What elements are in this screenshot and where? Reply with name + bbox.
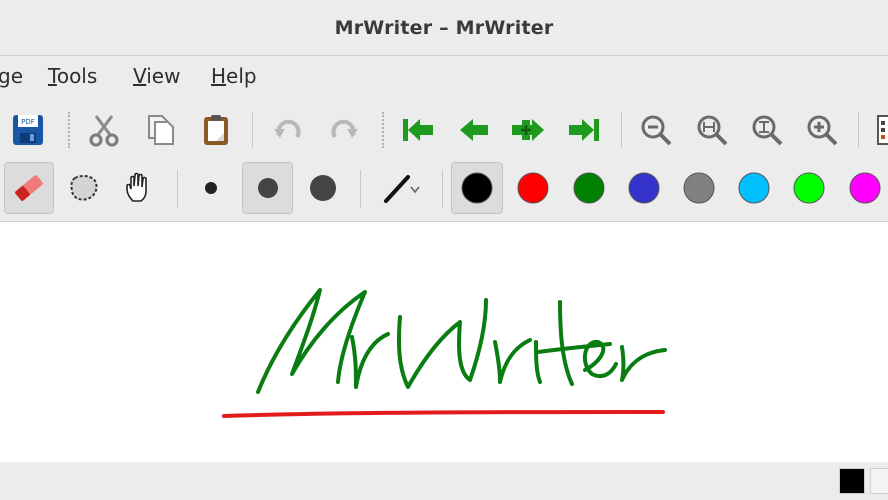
lasso-select-icon <box>70 174 98 201</box>
cut-icon <box>89 115 119 147</box>
new-page-button[interactable] <box>508 110 548 150</box>
color-gray-button[interactable] <box>676 164 722 212</box>
pen-style-dropdown[interactable] <box>370 164 430 212</box>
eraser-icon <box>15 175 43 201</box>
toolbar-separator <box>68 112 70 148</box>
color-black-button[interactable] <box>451 162 503 214</box>
previous-page-button[interactable] <box>454 110 494 150</box>
lasso-select-button[interactable] <box>62 164 106 212</box>
menu-help[interactable]: Help <box>211 64 257 88</box>
save-pdf-icon: PDF <box>13 115 43 145</box>
zoom-fit-height-icon <box>752 115 783 146</box>
pen-toolbar <box>0 158 888 222</box>
status-color-box <box>870 468 888 494</box>
page-settings-icon <box>877 115 888 145</box>
handwriting-mrwriter <box>256 288 667 394</box>
zoom-out-icon <box>641 115 672 146</box>
undo-button[interactable] <box>268 110 308 150</box>
toolbar-separator <box>177 170 178 208</box>
page-settings-button[interactable] <box>872 110 888 150</box>
current-color-indicator <box>839 468 865 494</box>
zoom-out-button[interactable] <box>636 110 676 150</box>
zoom-in-button[interactable] <box>802 110 842 150</box>
pen-style-icon <box>384 175 420 203</box>
zoom-fit-width-icon <box>697 115 728 146</box>
last-page-icon <box>569 119 599 141</box>
zoom-fit-width-button[interactable] <box>692 110 732 150</box>
color-red-button[interactable] <box>510 164 556 212</box>
undo-icon <box>274 119 301 139</box>
copy-button[interactable] <box>140 110 180 150</box>
color-magenta-button[interactable] <box>842 164 888 212</box>
statusbar <box>0 462 888 500</box>
toolbar-separator <box>858 112 859 148</box>
color-swatch-icon <box>628 172 660 204</box>
dot-large-icon <box>310 175 336 201</box>
handwriting-drawing <box>222 288 667 418</box>
menu-tools[interactable]: Tools <box>48 64 97 88</box>
paste-button[interactable] <box>196 110 236 150</box>
menu-page[interactable]: ge <box>0 64 23 88</box>
color-light-blue-button[interactable] <box>731 164 777 212</box>
toolbar-separator <box>252 112 253 148</box>
zoom-fit-height-button[interactable] <box>747 110 787 150</box>
color-swatch-icon <box>573 172 605 204</box>
toolbar-separator <box>442 170 443 208</box>
pen-size-medium-button[interactable] <box>242 162 293 214</box>
window-titlebar: MrWriter – MrWriter <box>0 0 888 56</box>
zoom-in-icon <box>807 115 838 146</box>
cut-button[interactable] <box>84 110 124 150</box>
toolbar-separator <box>360 170 361 208</box>
first-page-button[interactable] <box>398 110 438 150</box>
save-pdf-label: PDF <box>21 118 35 126</box>
toolbar-separator <box>382 112 384 148</box>
first-page-icon <box>403 119 433 141</box>
eraser-button[interactable] <box>4 162 54 214</box>
drawing-canvas[interactable] <box>0 222 888 462</box>
hand-pan-icon <box>126 172 147 202</box>
menu-view[interactable]: View <box>133 64 180 88</box>
color-swatch-icon <box>738 172 770 204</box>
new-page-icon <box>512 119 544 141</box>
hand-pan-button[interactable] <box>118 164 162 212</box>
paste-icon <box>204 115 228 145</box>
color-swatch-icon <box>793 172 825 204</box>
main-toolbar: PDF <box>0 100 888 158</box>
color-green-button[interactable] <box>566 164 612 212</box>
color-swatch-icon <box>849 172 881 204</box>
color-lime-button[interactable] <box>786 164 832 212</box>
redo-icon <box>331 119 358 139</box>
color-blue-button[interactable] <box>621 164 667 212</box>
window-title: MrWriter – MrWriter <box>334 16 554 39</box>
color-swatch-icon <box>517 172 549 204</box>
pen-size-large-button[interactable] <box>300 164 346 212</box>
toolbar-separator <box>621 112 622 148</box>
previous-page-icon <box>460 119 488 141</box>
redo-button[interactable] <box>324 110 364 150</box>
handwriting-underline <box>222 410 665 418</box>
color-swatch-icon <box>683 172 715 204</box>
save-pdf-button[interactable]: PDF <box>8 110 48 150</box>
pen-size-small-button[interactable] <box>188 164 234 212</box>
menubar: ge Tools View Help <box>0 56 888 100</box>
dot-small-icon <box>205 182 217 194</box>
color-swatch-icon <box>461 172 493 204</box>
copy-icon <box>148 115 174 145</box>
dot-medium-icon <box>257 178 278 198</box>
last-page-button[interactable] <box>564 110 604 150</box>
